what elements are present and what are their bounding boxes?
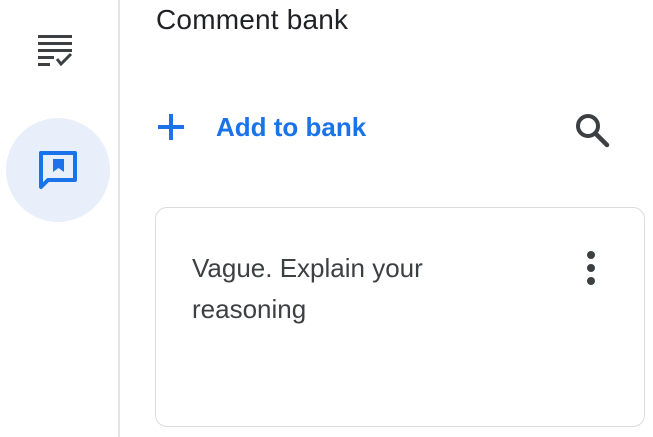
rubric-button[interactable] bbox=[28, 22, 82, 76]
rubric-checklist-icon bbox=[38, 35, 73, 67]
comment-card[interactable]: Vague. Explain your reasoning bbox=[155, 207, 645, 427]
search-button[interactable] bbox=[568, 106, 616, 154]
comment-bank-panel: Comment bank Add to bank Vague. Explain … bbox=[122, 0, 653, 437]
comment-text: Vague. Explain your reasoning bbox=[192, 253, 423, 324]
add-to-bank-button[interactable]: Add to bank bbox=[152, 106, 366, 148]
comment-bank-button[interactable] bbox=[6, 118, 110, 222]
search-icon bbox=[576, 114, 610, 148]
side-rail bbox=[0, 0, 120, 437]
comment-menu-button[interactable] bbox=[571, 244, 611, 292]
plus-icon bbox=[152, 108, 190, 146]
panel-title: Comment bank bbox=[156, 4, 349, 35]
more-vertical-icon bbox=[587, 251, 595, 285]
add-to-bank-label: Add to bank bbox=[216, 111, 367, 142]
comment-bank-icon bbox=[39, 151, 77, 189]
